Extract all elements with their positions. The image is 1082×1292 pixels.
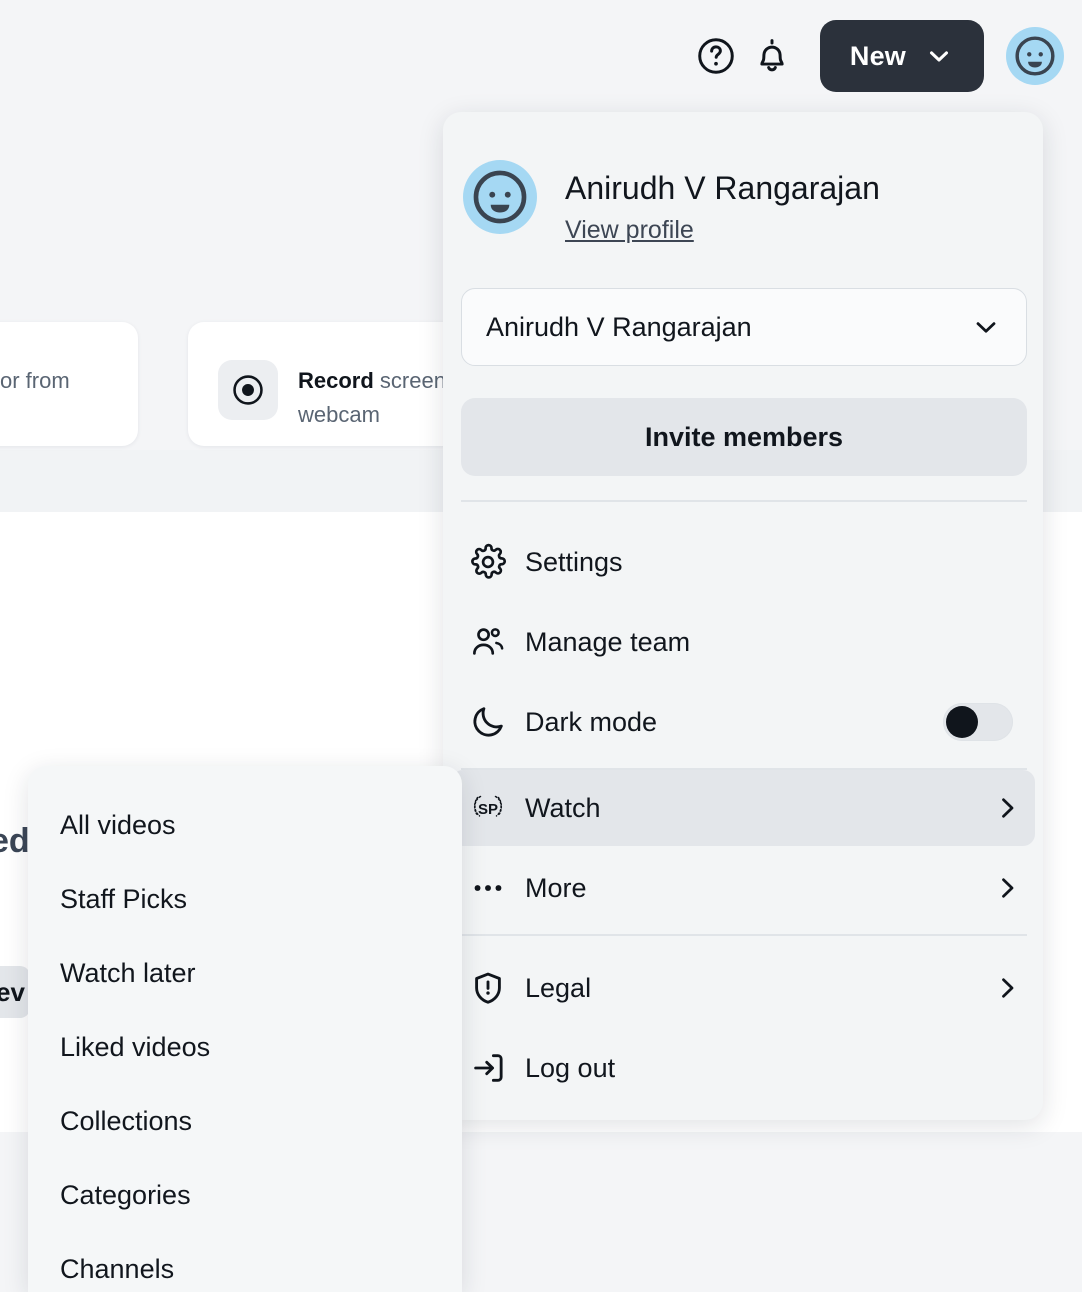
submenu-item-channels[interactable]: Channels [28,1232,462,1292]
background-card-upload[interactable]: or from [0,322,138,446]
invite-members-button[interactable]: Invite members [461,398,1027,476]
submenu-item-channels-label: Channels [60,1253,175,1284]
background-chip-label: ev [0,977,25,1007]
submenu-item-all-videos[interactable]: All videos [28,788,462,862]
submenu-item-watch-later-label: Watch later [60,957,196,988]
account-dropdown-menu: Anirudh V Rangarajan View profile Anirud… [443,112,1043,1120]
menu-divider-1 [461,500,1027,502]
svg-text:SP: SP [478,801,498,818]
staff-picks-sp-icon: SP [451,788,525,828]
logout-icon [451,1049,525,1087]
submenu-item-all-videos-label: All videos [60,809,176,840]
chevron-right-icon [979,793,1035,823]
submenu-item-categories-label: Categories [60,1179,191,1210]
submenu-item-categories[interactable]: Categories [28,1158,462,1232]
top-navigation-bar: New [0,0,1082,112]
menu-item-manage-team[interactable]: Manage team [451,604,1035,680]
team-select-value: Anirudh V Rangarajan [486,311,752,342]
watch-submenu-panel: All videos Staff Picks Watch later Liked… [28,766,462,1292]
chevron-down-icon [970,311,1002,343]
background-heading-fragment: ed [0,822,30,860]
menu-item-settings-label: Settings [525,546,623,577]
people-icon [451,623,525,661]
app-root: or from Record screen, or webcam ed m ev [0,0,1082,1292]
menu-item-manage-team-label: Manage team [525,626,691,657]
menu-item-watch-label: Watch [525,792,601,823]
avatar[interactable] [1006,27,1064,85]
menu-item-log-out[interactable]: Log out [451,1030,1035,1106]
submenu-item-staff-picks[interactable]: Staff Picks [28,862,462,936]
submenu-item-staff-picks-label: Staff Picks [60,883,188,914]
team-select[interactable]: Anirudh V Rangarajan [461,288,1027,366]
submenu-item-liked-videos-label: Liked videos [60,1031,211,1062]
account-profile-header: Anirudh V Rangarajan View profile [443,112,1043,282]
help-circle-icon[interactable] [688,28,744,84]
new-button[interactable]: New [819,20,984,92]
submenu-item-liked-videos[interactable]: Liked videos [28,1010,462,1084]
invite-members-label: Invite members [644,421,844,452]
record-dot-icon [218,360,278,420]
menu-item-watch[interactable]: SP Watch [451,770,1035,846]
chevron-right-icon [979,973,1035,1003]
gear-icon [451,543,525,581]
menu-item-dark-mode-label: Dark mode [525,706,658,737]
chevron-down-icon [924,41,954,71]
menu-item-more-label: More [525,872,587,903]
account-user-name: Anirudh V Rangarajan [565,170,880,206]
menu-item-settings[interactable]: Settings [451,524,1035,600]
record-card-bold: Record [298,368,374,393]
background-chip-fragment: ev [0,966,30,1018]
submenu-item-collections[interactable]: Collections [28,1084,462,1158]
menu-item-more[interactable]: More [451,850,1035,926]
avatar[interactable] [463,160,537,234]
dark-mode-toggle[interactable] [943,703,1013,741]
view-profile-link[interactable]: View profile [565,216,694,245]
menu-item-dark-mode[interactable]: Dark mode [451,684,1035,760]
submenu-item-watch-later[interactable]: Watch later [28,936,462,1010]
menu-item-legal-label: Legal [525,972,592,1003]
bell-icon[interactable] [744,28,800,84]
moon-icon [451,703,525,741]
menu-divider-3 [461,934,1027,936]
new-button-label: New [849,40,906,71]
shield-alert-icon [451,969,525,1007]
menu-item-log-out-label: Log out [525,1052,616,1083]
chevron-right-icon [979,873,1035,903]
background-card-upload-text: or from [0,368,70,393]
ellipsis-icon [451,869,525,907]
record-card-line2: webcam [298,402,380,427]
dark-mode-toggle-knob [946,706,978,738]
submenu-item-collections-label: Collections [60,1105,193,1136]
menu-item-legal[interactable]: Legal [451,950,1035,1026]
